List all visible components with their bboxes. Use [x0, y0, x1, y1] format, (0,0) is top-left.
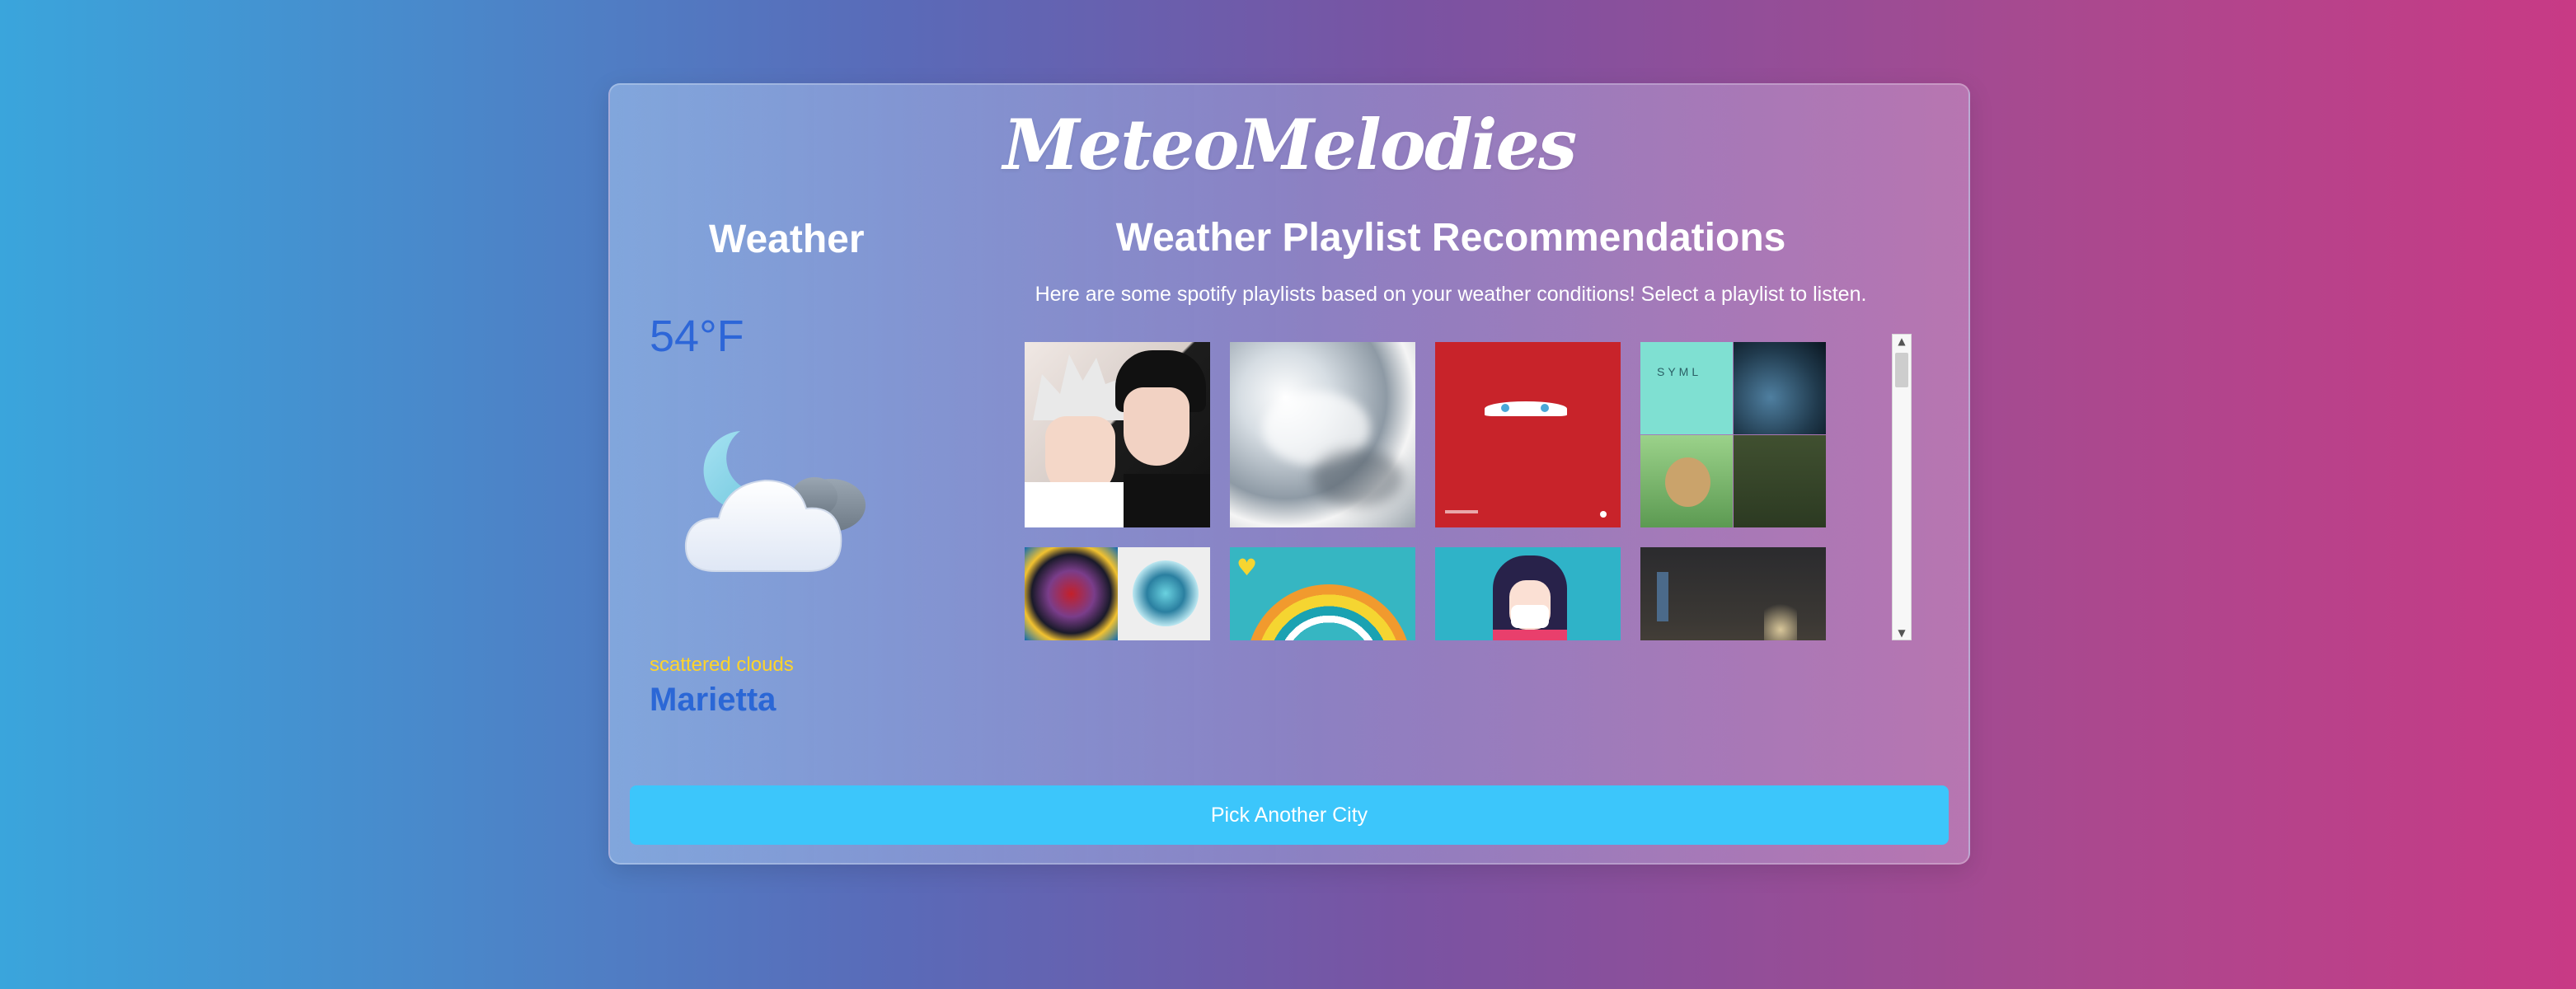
app-logo: MeteoMelodies — [1002, 104, 1577, 185]
playlist-tile-7[interactable] — [1435, 547, 1621, 640]
scroll-down-arrow-icon[interactable]: ▼ — [1893, 626, 1911, 640]
partly-cloudy-night-icon-svg — [684, 431, 866, 572]
heart-icon: ♥ — [1236, 554, 1258, 581]
scrollbar-thumb[interactable] — [1895, 353, 1908, 387]
playlist-tile-3[interactable] — [1435, 342, 1621, 527]
playlist-tile-5[interactable] — [1025, 547, 1210, 640]
main-card: MeteoMelodies Weather 54°F scattered clo… — [608, 83, 1970, 865]
playlist-grid: SYML ♥ — [1025, 342, 1857, 640]
weather-description: scattered clouds — [650, 654, 794, 676]
temperature-readout: 54°F — [650, 312, 744, 361]
weather-heading: Weather — [709, 218, 865, 261]
city-name: Marietta — [650, 682, 777, 718]
playlist-tile-6[interactable]: ♥ — [1230, 547, 1415, 640]
scroll-up-arrow-icon[interactable]: ▲ — [1893, 335, 1911, 348]
playlist-tile-4[interactable]: SYML — [1640, 342, 1826, 527]
playlist-scrollbar[interactable]: ▲ ▼ — [1892, 334, 1912, 640]
playlist-tile-1[interactable] — [1025, 342, 1210, 527]
playlist-scroll-area[interactable]: SYML ♥ — [1025, 332, 1923, 640]
recommendations-heading: Weather Playlist Recommendations — [1115, 216, 1786, 260]
recommendations-subtitle: Here are some spotify playlists based on… — [1035, 283, 1867, 306]
pick-another-city-button[interactable]: Pick Another City — [630, 785, 1949, 845]
playlist-tile-8[interactable] — [1640, 547, 1826, 640]
album-text-syml: SYML — [1657, 365, 1702, 378]
playlist-tile-2[interactable] — [1230, 342, 1415, 527]
partly-cloudy-night-icon — [683, 415, 880, 579]
